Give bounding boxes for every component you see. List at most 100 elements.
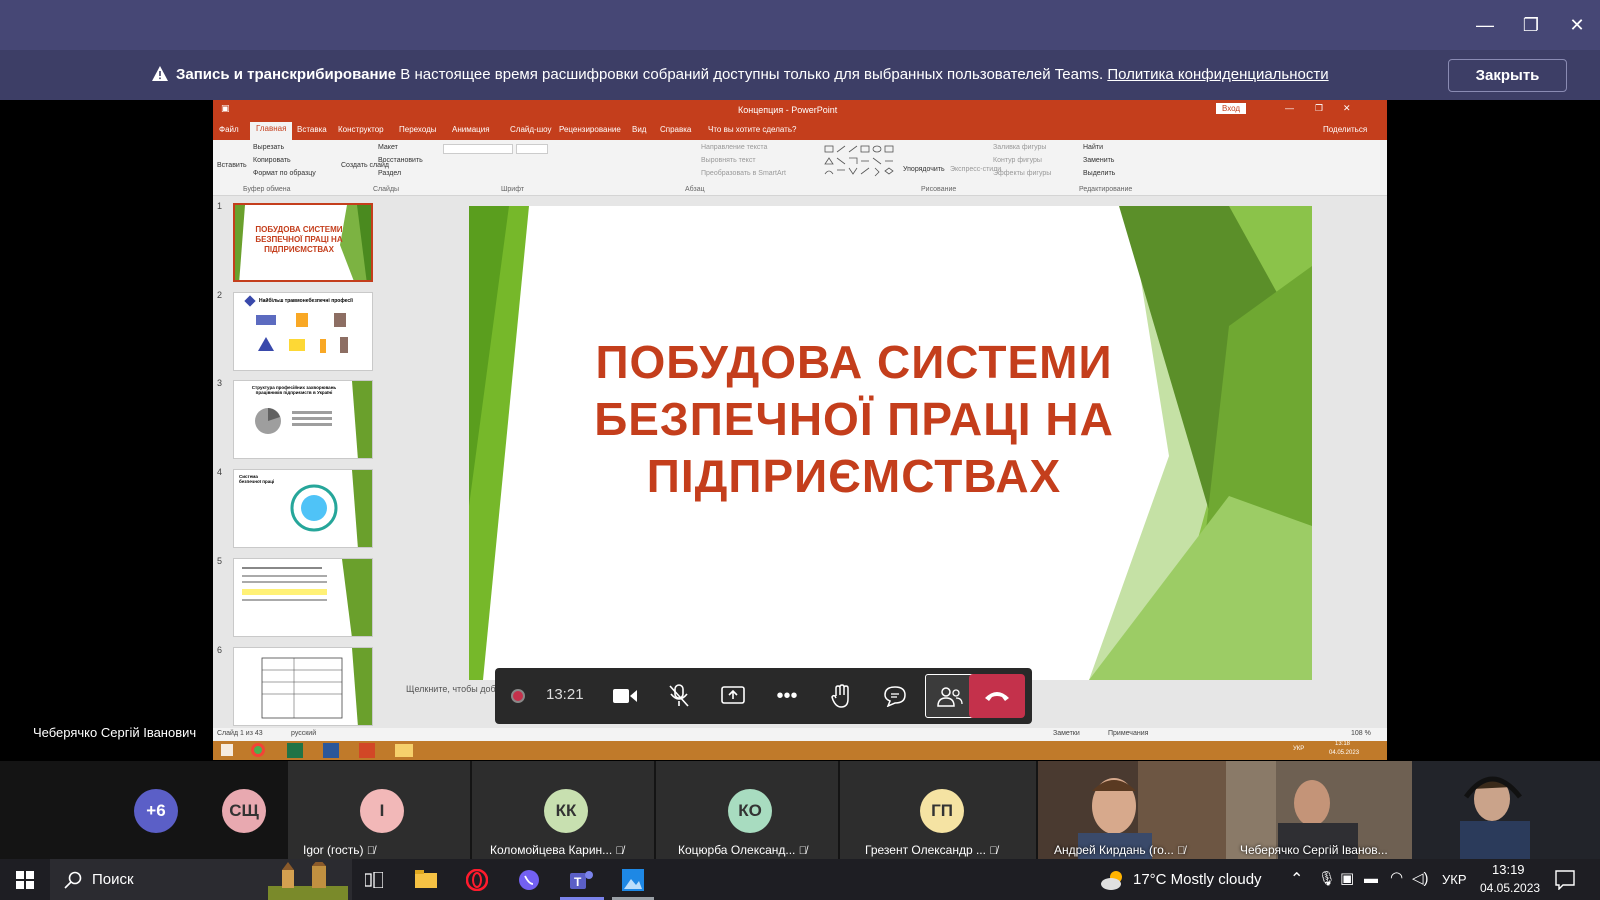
participant-video[interactable] — [1412, 761, 1600, 859]
tab-home[interactable]: Главная — [250, 122, 293, 140]
raise-hand-button[interactable] — [819, 674, 863, 718]
minimize-icon[interactable]: — — [1285, 103, 1294, 113]
language-indicator[interactable]: русский — [291, 730, 316, 737]
keyboard-language[interactable]: УКР — [1442, 872, 1467, 887]
slide-thumbnail-6[interactable] — [233, 647, 373, 726]
teams-icon[interactable]: T — [570, 869, 594, 891]
participant-tile[interactable]: I Igor (гость) 🎙̸ — [288, 761, 470, 859]
signin-button[interactable]: Вход — [1216, 103, 1247, 114]
tab-review[interactable]: Рецензирование — [559, 125, 621, 134]
camera-button[interactable] — [603, 674, 647, 718]
microphone-icon[interactable]: 🎙 — [1318, 870, 1336, 887]
text-direction-button[interactable]: Направление текста — [701, 144, 767, 151]
chevron-up-icon[interactable]: ⌃ — [1290, 869, 1303, 889]
comments-button[interactable]: Примечания — [1108, 730, 1148, 737]
reset-button[interactable]: Восстановить — [378, 157, 423, 164]
mic-button[interactable] — [657, 674, 701, 718]
notes-placeholder[interactable]: Щелкните, чтобы доб — [406, 684, 496, 694]
tab-view[interactable]: Вид — [632, 125, 646, 134]
participant-video[interactable]: Чеберячко Сергій Іванов... — [1226, 761, 1412, 859]
restore-icon[interactable]: ❐ — [1516, 10, 1546, 40]
opera-icon[interactable] — [466, 869, 488, 891]
start-icon[interactable] — [221, 744, 233, 756]
find-button[interactable]: Найти — [1083, 144, 1103, 151]
slide-thumbnail-2[interactable]: Найбільш травмонебезпечні професії — [233, 292, 373, 371]
editing-group-label: Редактирование — [1079, 186, 1133, 193]
close-banner-button[interactable]: Закрыть — [1448, 59, 1567, 92]
volume-icon[interactable]: ◁) — [1412, 869, 1429, 887]
current-slide[interactable]: ПОБУДОВА СИСТЕМИ БЕЗПЕЧНОЇ ПРАЦІ НА ПІДП… — [469, 206, 1312, 680]
tell-me-search[interactable]: Что вы хотите сделать? — [708, 125, 796, 134]
photos-icon[interactable] — [622, 869, 644, 891]
participants-button[interactable] — [925, 674, 975, 718]
zoom-level[interactable]: 108 % — [1351, 730, 1371, 737]
select-button[interactable]: Выделить — [1083, 170, 1115, 177]
shape-effects-button[interactable]: Эффекты фигуры — [993, 170, 1051, 177]
minimize-icon[interactable]: — — [1470, 10, 1500, 40]
thumbnail-number: 5 — [217, 556, 223, 566]
shapes-gallery-icon[interactable] — [823, 144, 903, 178]
tab-insert[interactable]: Вставка — [297, 125, 327, 134]
restore-icon[interactable]: ❐ — [1315, 103, 1323, 114]
convert-smartart-button[interactable]: Преобразовать в SmartArt — [701, 170, 786, 177]
font-family-select[interactable] — [443, 144, 513, 154]
participant-tile[interactable]: СЩ — [200, 761, 286, 859]
task-view-icon[interactable] — [365, 872, 383, 888]
more-participants-button[interactable]: +6 — [134, 789, 178, 833]
tab-transitions[interactable]: Переходы — [399, 125, 437, 134]
section-button[interactable]: Раздел — [378, 170, 401, 177]
clock-time[interactable]: 13:19 — [1492, 862, 1525, 877]
slide-thumbnail-3[interactable]: Структура професійних захворювань праців… — [233, 380, 373, 459]
file-explorer-icon[interactable] — [395, 744, 413, 757]
slide-thumbnail-5[interactable] — [233, 558, 373, 637]
participant-video[interactable]: Андрей Кирдань (го... 🎙̸ — [1038, 761, 1226, 859]
chrome-icon[interactable] — [251, 743, 265, 757]
tab-file[interactable]: Файл — [219, 125, 239, 134]
tab-animations[interactable]: Анимация — [452, 125, 490, 134]
notes-button[interactable]: Заметки — [1053, 730, 1080, 737]
word-icon[interactable] — [323, 743, 339, 758]
slide-title[interactable]: ПОБУДОВА СИСТЕМИ БЕЗПЕЧНОЇ ПРАЦІ НА ПІДП… — [569, 334, 1139, 505]
save-icon[interactable]: ▣ — [221, 103, 230, 114]
font-size-select[interactable] — [516, 144, 548, 154]
slide-thumbnail-4[interactable]: Система безпечної праці — [233, 469, 373, 548]
tab-slideshow[interactable]: Слайд-шоу — [510, 125, 551, 134]
clock-date[interactable]: 04.05.2023 — [1480, 881, 1540, 895]
share-button[interactable]: Поделиться — [1323, 125, 1367, 134]
weather-text[interactable]: 17°C Mostly cloudy — [1133, 871, 1262, 888]
notifications-icon[interactable] — [1555, 870, 1575, 890]
privacy-policy-link[interactable]: Политика конфиденциальности — [1107, 66, 1328, 83]
viber-icon[interactable] — [518, 869, 540, 891]
close-icon[interactable]: ✕ — [1343, 103, 1351, 114]
paste-button[interactable]: Вставить — [217, 162, 247, 169]
battery-icon[interactable]: ▬ — [1364, 870, 1378, 886]
tab-design[interactable]: Конструктор — [338, 125, 384, 134]
network-icon[interactable]: ▣ — [1340, 869, 1354, 887]
layout-button[interactable]: Макет — [378, 144, 398, 151]
copy-button[interactable]: Копировать — [253, 157, 291, 164]
arrange-button[interactable]: Упорядочить — [903, 166, 945, 173]
close-icon[interactable]: ✕ — [1562, 10, 1592, 40]
chat-button[interactable] — [873, 674, 917, 718]
cut-button[interactable]: Вырезать — [253, 144, 284, 151]
weather-icon[interactable] — [1100, 869, 1126, 891]
taskbar-search-box[interactable]: Поиск — [50, 859, 352, 900]
share-screen-button[interactable] — [711, 674, 755, 718]
powerpoint-icon[interactable] — [359, 743, 375, 758]
excel-icon[interactable] — [287, 743, 303, 758]
shape-outline-button[interactable]: Контур фигуры — [993, 157, 1042, 164]
participant-tile[interactable]: ГП Грезент Олександр ... 🎙̸ — [840, 761, 1036, 859]
participant-tile[interactable]: КО Коцюрба Олександ... 🎙̸ — [656, 761, 838, 859]
more-options-button[interactable]: ••• — [765, 674, 809, 718]
slide-thumbnail-1[interactable]: ПОБУДОВА СИСТЕМИ БЕЗПЕЧНОЇ ПРАЦІ НА ПІДП… — [233, 203, 373, 282]
format-painter-button[interactable]: Формат по образцу — [253, 170, 316, 177]
leave-call-button[interactable] — [969, 674, 1025, 718]
participant-tile[interactable]: КК Коломойцева Карин... 🎙̸ — [472, 761, 654, 859]
wifi-icon[interactable]: ◠ — [1390, 868, 1403, 886]
file-explorer-icon[interactable] — [415, 870, 437, 888]
replace-button[interactable]: Заменить — [1083, 157, 1114, 164]
tab-help[interactable]: Справка — [660, 125, 691, 134]
windows-start-icon[interactable] — [16, 871, 34, 889]
shape-fill-button[interactable]: Заливка фигуры — [993, 144, 1046, 151]
align-text-button[interactable]: Выровнять текст — [701, 157, 756, 164]
